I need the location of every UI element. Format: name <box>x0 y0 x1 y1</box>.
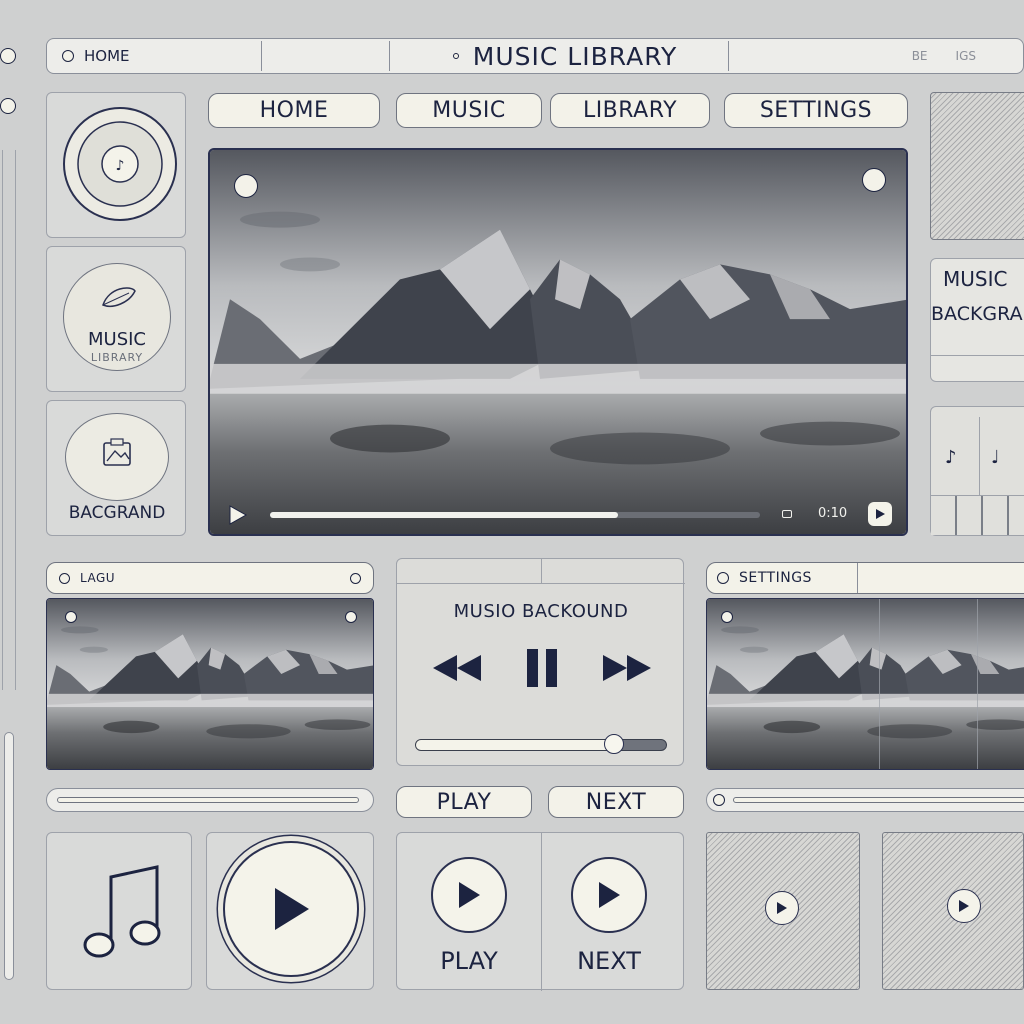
bottom-play-label: PLAY <box>440 947 498 975</box>
header-home-link[interactable]: HOME <box>50 41 262 71</box>
radio-icon <box>713 794 725 806</box>
pause-icon[interactable] <box>525 647 559 689</box>
play-icon[interactable] <box>228 504 248 526</box>
radio-icon <box>717 572 729 584</box>
right-thumb-card[interactable] <box>930 92 1024 240</box>
corner-dot-icon[interactable] <box>721 611 733 623</box>
header-right-segment[interactable]: BE IGS <box>728 41 1024 71</box>
radio-icon <box>59 572 70 584</box>
header-title: MUSIC LIBRARY <box>400 38 730 74</box>
bottom-thumb-card-1[interactable] <box>706 832 860 990</box>
fast-forward-icon[interactable] <box>601 653 653 683</box>
right-card-line1: MUSIC <box>943 267 1008 291</box>
leaf-icon <box>99 283 139 313</box>
tab-library-label: LIBRARY <box>582 98 678 123</box>
edge-dot-icon <box>0 98 16 114</box>
bottom-play-button[interactable] <box>431 857 507 933</box>
small-dot-icon <box>452 53 459 59</box>
player-dot-icon <box>782 510 792 518</box>
edge-dot-icon <box>0 48 16 64</box>
bottom-thumb-card-2[interactable] <box>882 832 1024 990</box>
header-faint-text-1: BE <box>911 49 928 63</box>
play-button-label: PLAY <box>436 789 492 815</box>
fullscreen-button[interactable] <box>868 502 892 526</box>
right-card-line2: BACKGRAND <box>931 303 1024 325</box>
player-progress-fill <box>270 512 618 518</box>
sidebar-music-library-card[interactable]: MUSIC LIBRARY <box>46 246 186 392</box>
radio-icon <box>350 572 361 584</box>
tab-music-label: MUSIC <box>432 98 506 123</box>
lower-left-landscape <box>47 599 373 769</box>
play-icon <box>459 882 480 908</box>
left-edge-scrollbar[interactable] <box>4 732 14 980</box>
tab-home[interactable]: HOME <box>208 93 380 128</box>
lower-left-header-label: LAGU <box>80 571 116 585</box>
thumb-play-button[interactable] <box>765 891 799 925</box>
player-corner-dot-icon[interactable] <box>862 168 886 192</box>
lower-center-title: MUSIO BACKOUND <box>453 601 629 622</box>
player-progress-track[interactable] <box>270 512 760 518</box>
play-icon <box>599 882 620 908</box>
svg-text:♪: ♪ <box>116 158 125 174</box>
background-card-label: BACGRAND <box>68 503 166 523</box>
music-note-icon: ♪ <box>945 447 957 468</box>
right-mini-grid[interactable]: ♪ ♩ <box>930 406 1024 536</box>
header-search-segment[interactable] <box>266 41 390 71</box>
lower-left-image[interactable] <box>46 598 374 770</box>
lower-right-header[interactable]: SETTINGS <box>706 562 1024 594</box>
volume-fill <box>416 740 614 750</box>
sidebar-disc-card[interactable]: ♪ <box>46 92 186 238</box>
tab-home-label: HOME <box>259 98 329 123</box>
header-faint-text-2: IGS <box>955 49 976 63</box>
big-play-button[interactable] <box>223 841 359 977</box>
tab-settings[interactable]: SETTINGS <box>724 93 908 128</box>
left-edge-strip <box>0 40 20 700</box>
next-button[interactable]: NEXT <box>548 786 684 818</box>
corner-dot-icon[interactable] <box>65 611 77 623</box>
app-title: MUSIC LIBRARY <box>472 41 678 71</box>
volume-knob[interactable] <box>603 734 624 754</box>
tab-settings-label: SETTINGS <box>759 98 873 123</box>
bottom-big-play-card[interactable] <box>206 832 374 990</box>
lower-right-progress-bar[interactable] <box>706 788 1024 812</box>
play-icon <box>959 900 969 912</box>
lower-right-header-label: SETTINGS <box>739 570 812 586</box>
bottom-controls-card[interactable]: PLAY NEXT <box>396 832 684 991</box>
rewind-icon[interactable] <box>431 653 483 683</box>
image-icon <box>101 437 133 469</box>
lower-left-progress-bar[interactable] <box>46 788 374 812</box>
lower-center-player[interactable]: MUSIO BACKOUND <box>396 558 685 766</box>
header-home-label: HOME <box>84 47 130 65</box>
music-card-title: MUSIC <box>87 329 146 350</box>
thumb-play-button[interactable] <box>947 889 981 923</box>
main-player[interactable]: 0:10 <box>208 148 908 536</box>
player-time: 0:10 <box>818 506 848 521</box>
lower-left-header[interactable]: LAGU <box>46 562 374 594</box>
music-note-icon: ♩ <box>991 447 1000 468</box>
disc-icon: ♪ <box>61 105 179 223</box>
corner-dot-icon[interactable] <box>345 611 357 623</box>
bottom-next-button[interactable] <box>571 857 647 933</box>
play-icon <box>275 888 309 930</box>
next-button-label: NEXT <box>585 789 647 815</box>
music-note-icon <box>77 863 167 963</box>
bottom-next-label: NEXT <box>577 947 641 975</box>
tab-music[interactable]: MUSIC <box>396 93 542 128</box>
play-button[interactable]: PLAY <box>396 786 532 818</box>
tab-library[interactable]: LIBRARY <box>550 93 710 128</box>
radio-icon <box>62 50 74 62</box>
bottom-music-note-card[interactable] <box>46 832 192 990</box>
volume-slider[interactable] <box>415 734 667 754</box>
right-music-background-card[interactable]: MUSIC BACKGRAND <box>930 258 1024 382</box>
lower-right-image[interactable] <box>706 598 1024 770</box>
main-landscape-image <box>210 150 906 534</box>
play-icon <box>777 902 787 914</box>
sidebar-background-card[interactable]: BACGRAND <box>46 400 186 536</box>
player-corner-dot-icon[interactable] <box>234 174 258 198</box>
music-card-subtitle: LIBRARY <box>90 351 144 364</box>
